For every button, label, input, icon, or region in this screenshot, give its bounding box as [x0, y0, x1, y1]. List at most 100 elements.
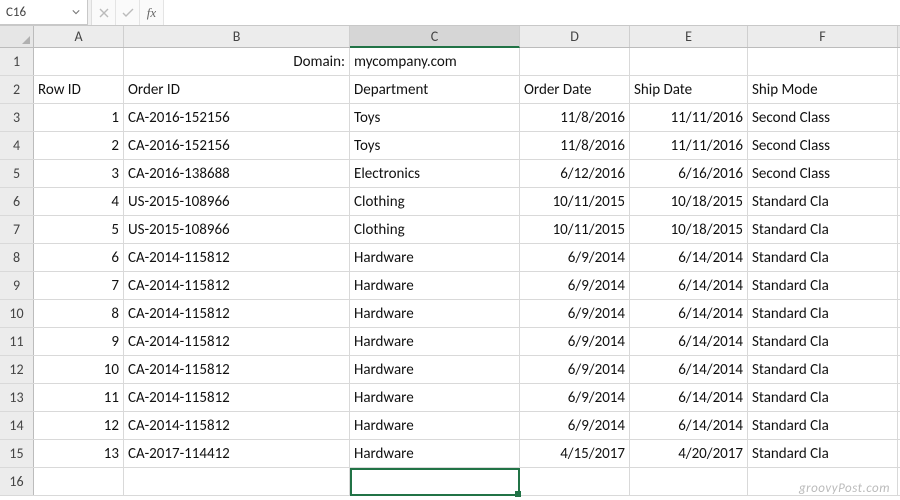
cell-orderdate[interactable]: 6/12/2016 [520, 160, 630, 187]
cell-orderid[interactable]: CA-2014-115812 [124, 272, 350, 299]
cell-orderid[interactable]: CA-2014-115812 [124, 384, 350, 411]
cancel-formula-button[interactable] [92, 0, 116, 25]
cell-department[interactable]: Hardware [350, 356, 520, 383]
row-header[interactable]: 13 [0, 384, 34, 411]
cell-shipdate[interactable]: 4/20/2017 [630, 440, 748, 467]
cell-department[interactable]: Hardware [350, 412, 520, 439]
row-header[interactable]: 2 [0, 76, 34, 103]
cell-shipdate[interactable]: 11/11/2016 [630, 104, 748, 131]
cell-orderdate[interactable]: 6/9/2014 [520, 356, 630, 383]
cell-department[interactable]: Hardware [350, 300, 520, 327]
select-all-corner[interactable] [0, 26, 34, 47]
column-header-B[interactable]: B [124, 26, 350, 47]
column-header-D[interactable]: D [520, 26, 630, 47]
cell-department[interactable]: Toys [350, 132, 520, 159]
cell-orderid[interactable]: CA-2014-115812 [124, 244, 350, 271]
cell-rowid[interactable]: 11 [34, 384, 124, 411]
cell-department[interactable]: Hardware [350, 272, 520, 299]
cell-orderdate[interactable]: 6/9/2014 [520, 328, 630, 355]
cell-shipmode[interactable]: Standard Cla [748, 300, 898, 327]
cell-orderid[interactable]: CA-2014-115812 [124, 412, 350, 439]
cell-orderdate[interactable]: 6/9/2014 [520, 300, 630, 327]
cell-orderid[interactable]: CA-2014-115812 [124, 356, 350, 383]
cell[interactable] [124, 468, 350, 495]
cell-shipmode[interactable]: Second Class [748, 132, 898, 159]
row-header[interactable]: 1 [0, 48, 34, 75]
cell-shipdate[interactable]: 11/11/2016 [630, 132, 748, 159]
cell-rowid[interactable]: 2 [34, 132, 124, 159]
cell[interactable] [520, 48, 630, 75]
cell-shipmode[interactable]: Standard Cla [748, 272, 898, 299]
cell-department[interactable]: Hardware [350, 440, 520, 467]
cell-shipmode[interactable]: Standard Cla [748, 216, 898, 243]
cell[interactable] [520, 468, 630, 495]
cell-rowid[interactable]: 3 [34, 160, 124, 187]
cell-orderid[interactable]: US-2015-108966 [124, 188, 350, 215]
cell-orderdate[interactable]: 11/8/2016 [520, 132, 630, 159]
cell-rowid[interactable]: 6 [34, 244, 124, 271]
cell-rowid[interactable]: 7 [34, 272, 124, 299]
cell-shipmode[interactable]: Standard Cla [748, 244, 898, 271]
cell-shipmode[interactable]: Standard Cla [748, 188, 898, 215]
cell-shipdate[interactable]: 6/14/2014 [630, 272, 748, 299]
cell-shipdate[interactable]: 6/16/2016 [630, 160, 748, 187]
cell[interactable] [748, 468, 898, 495]
header-cell-department[interactable]: Department [350, 76, 520, 103]
name-box[interactable]: C16 [0, 0, 88, 25]
cell-shipdate[interactable]: 6/14/2014 [630, 328, 748, 355]
column-header-C[interactable]: C [350, 26, 520, 48]
cell-rowid[interactable]: 9 [34, 328, 124, 355]
row-header[interactable]: 14 [0, 412, 34, 439]
cell-shipdate[interactable]: 6/14/2014 [630, 300, 748, 327]
accept-formula-button[interactable] [116, 0, 140, 25]
cell-orderdate[interactable]: 6/9/2014 [520, 384, 630, 411]
cell[interactable] [630, 468, 748, 495]
header-cell-orderid[interactable]: Order ID [124, 76, 350, 103]
cell-department[interactable]: Clothing [350, 188, 520, 215]
header-cell-shipdate[interactable]: Ship Date [630, 76, 748, 103]
domain-value-cell[interactable]: mycompany.com [350, 48, 520, 75]
cell-orderdate[interactable]: 6/9/2014 [520, 412, 630, 439]
cell-orderid[interactable]: CA-2017-114412 [124, 440, 350, 467]
row-header[interactable]: 3 [0, 104, 34, 131]
cell[interactable] [34, 468, 124, 495]
cell-department[interactable]: Electronics [350, 160, 520, 187]
cell-shipdate[interactable]: 10/18/2015 [630, 188, 748, 215]
cell-rowid[interactable]: 1 [34, 104, 124, 131]
cell-orderid[interactable]: CA-2016-152156 [124, 132, 350, 159]
cell-orderdate[interactable]: 6/9/2014 [520, 244, 630, 271]
cell[interactable] [748, 48, 898, 75]
column-header-E[interactable]: E [630, 26, 748, 47]
row-header[interactable]: 5 [0, 160, 34, 187]
cell[interactable] [630, 48, 748, 75]
cell-shipmode[interactable]: Second Class [748, 104, 898, 131]
row-header[interactable]: 6 [0, 188, 34, 215]
cell-shipmode[interactable]: Standard Cla [748, 440, 898, 467]
formula-input[interactable] [164, 0, 900, 25]
cell-orderid[interactable]: CA-2016-152156 [124, 104, 350, 131]
insert-function-button[interactable]: fx [140, 0, 164, 25]
cell[interactable] [34, 48, 124, 75]
cell-rowid[interactable]: 13 [34, 440, 124, 467]
header-cell-orderdate[interactable]: Order Date [520, 76, 630, 103]
cell-orderid[interactable]: CA-2014-115812 [124, 328, 350, 355]
cell-department[interactable]: Toys [350, 104, 520, 131]
cell-orderdate[interactable]: 11/8/2016 [520, 104, 630, 131]
cell-department[interactable]: Hardware [350, 328, 520, 355]
row-header[interactable]: 11 [0, 328, 34, 355]
cell-shipmode[interactable]: Standard Cla [748, 356, 898, 383]
domain-label-cell[interactable]: Domain: [124, 48, 350, 75]
cell-orderid[interactable]: CA-2016-138688 [124, 160, 350, 187]
cell-orderdate[interactable]: 10/11/2015 [520, 216, 630, 243]
spreadsheet-grid[interactable]: A B C D E F 1Domain:mycompany.com2Row ID… [0, 26, 900, 496]
cell-shipmode[interactable]: Standard Cla [748, 384, 898, 411]
row-header[interactable]: 15 [0, 440, 34, 467]
cell-orderid[interactable]: CA-2014-115812 [124, 300, 350, 327]
cell-shipdate[interactable]: 6/14/2014 [630, 412, 748, 439]
cell-orderdate[interactable]: 10/11/2015 [520, 188, 630, 215]
cell-shipdate[interactable]: 6/14/2014 [630, 356, 748, 383]
cell-rowid[interactable]: 10 [34, 356, 124, 383]
cell-department[interactable]: Hardware [350, 384, 520, 411]
cell-rowid[interactable]: 8 [34, 300, 124, 327]
cell-rowid[interactable]: 4 [34, 188, 124, 215]
